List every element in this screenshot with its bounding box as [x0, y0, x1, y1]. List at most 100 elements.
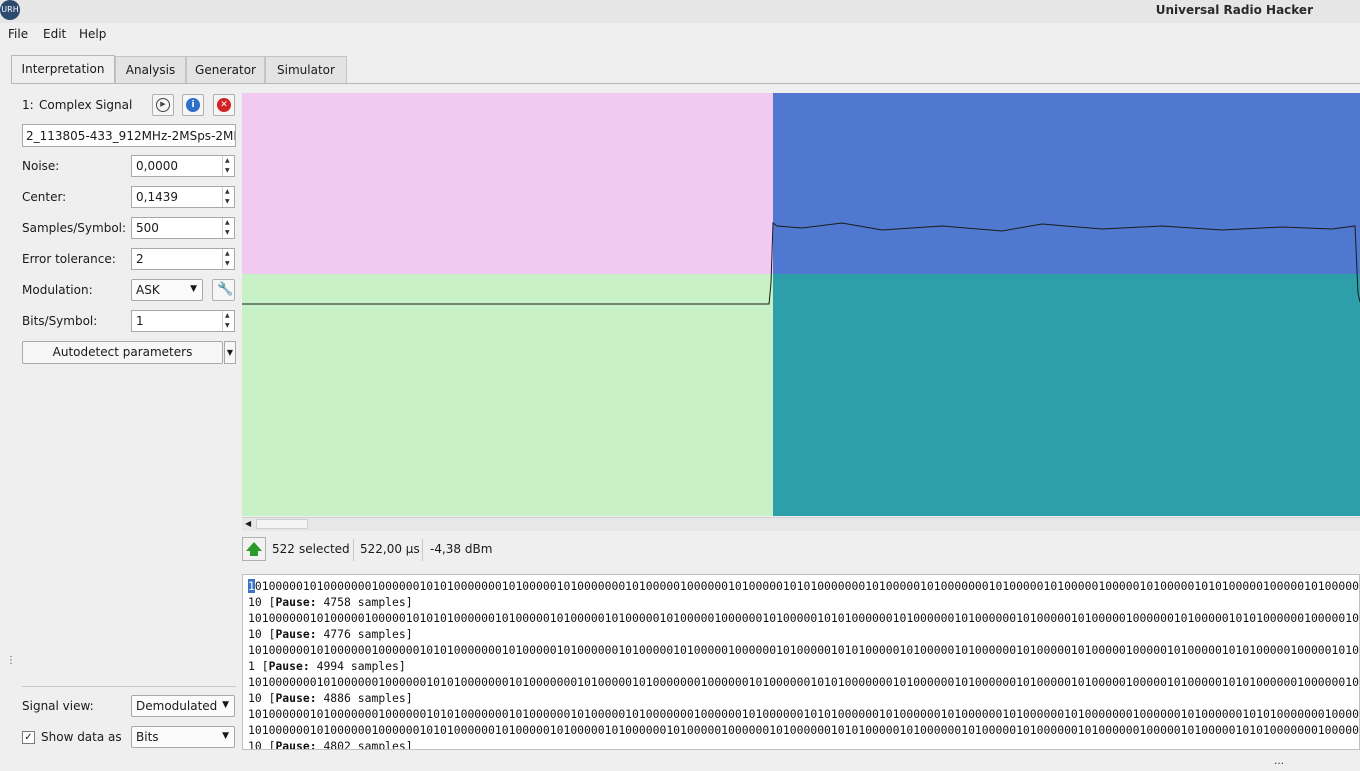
- modulation-select[interactable]: ASK ▼: [131, 279, 203, 301]
- tab-interpretation[interactable]: Interpretation: [11, 55, 115, 84]
- menu-file[interactable]: File: [8, 27, 28, 41]
- chevron-down-icon: ▼: [190, 284, 197, 294]
- chevron-down-icon: ▼: [222, 700, 229, 710]
- pause-line: 10 [Pause: 4886 samples]: [248, 691, 413, 705]
- pause-line: 10 [Pause: 4776 samples]: [248, 627, 413, 641]
- title-bar: URH Universal Radio Hacker: [0, 0, 1360, 23]
- menu-help[interactable]: Help: [79, 27, 106, 41]
- spin-up-icon: ▲: [225, 312, 230, 319]
- wrench-icon: 🔧: [217, 282, 234, 297]
- play-icon: ▶: [156, 98, 170, 112]
- center-spinbox[interactable]: 0,1439 ▲ ▼: [131, 186, 235, 208]
- spin-up-icon: ▲: [225, 188, 230, 195]
- pause-word: Pause:: [275, 627, 317, 641]
- signal-view-canvas[interactable]: [242, 93, 1360, 516]
- signal-name[interactable]: Complex Signal: [39, 98, 132, 112]
- spin-up-icon: ▲: [225, 250, 230, 257]
- spin-arrows[interactable]: ▲ ▼: [222, 311, 234, 331]
- filename-field[interactable]: 2_113805-433_912MHz-2MSps-2MHz: [22, 124, 236, 147]
- splitter-handle-icon[interactable]: ⋮: [6, 655, 16, 666]
- selected-count: 522: [272, 542, 295, 556]
- signal-parameters-panel: 1: Complex Signal ▶ i ✕ 2_113805-433_912…: [11, 84, 241, 764]
- zoom-to-selection-button[interactable]: [242, 537, 266, 561]
- spin-up-icon: ▲: [225, 157, 230, 164]
- pause-samples: 4994 samples]: [309, 659, 406, 673]
- scrollbar-thumb[interactable]: [256, 519, 308, 529]
- menu-edit[interactable]: Edit: [43, 27, 66, 41]
- tab-analysis[interactable]: Analysis: [115, 56, 186, 83]
- bit-line: 1010000001010000001000000101010000001010…: [248, 723, 1360, 737]
- autodetect-menu-arrow-icon[interactable]: ▼: [224, 341, 236, 364]
- spin-arrows[interactable]: ▲ ▼: [222, 187, 234, 207]
- bit-line: 1010000010100000001000000101010000000101…: [248, 579, 1359, 593]
- spin-down-icon: ▼: [225, 198, 230, 205]
- selection-power: -4,38 dBm: [430, 542, 493, 556]
- window-title: Universal Radio Hacker: [1155, 3, 1313, 17]
- spin-arrows[interactable]: ▲ ▼: [222, 249, 234, 269]
- signal-index: 1:: [22, 98, 34, 112]
- bit-output-textarea[interactable]: 1010000010100000001000000101010000000101…: [242, 574, 1360, 750]
- center-value: 0,1439: [136, 190, 178, 204]
- separator: [353, 539, 354, 561]
- pause-samples: 4802 samples]: [316, 739, 413, 750]
- noise-label: Noise:: [22, 159, 60, 173]
- tab-generator[interactable]: Generator: [186, 56, 265, 83]
- bit-line: 1010000001010000001000000101010000000101…: [248, 643, 1360, 657]
- noise-value: 0,0000: [136, 159, 178, 173]
- selection-region-top: [773, 93, 1360, 274]
- tab-simulator[interactable]: Simulator: [265, 56, 347, 83]
- pause-line: 1 [Pause: 4994 samples]: [248, 659, 406, 673]
- spin-down-icon: ▼: [225, 260, 230, 267]
- scroll-left-icon[interactable]: ◀: [245, 519, 251, 528]
- autodetect-parameters-button[interactable]: Autodetect parameters: [22, 341, 223, 364]
- pause-prefix: 1 [: [248, 659, 269, 673]
- spin-arrows[interactable]: ▲ ▼: [222, 218, 234, 238]
- divider: [22, 686, 236, 687]
- pause-prefix: 10 [: [248, 691, 276, 705]
- pause-word: Pause:: [268, 659, 310, 673]
- samples-per-symbol-value: 500: [136, 221, 159, 235]
- pause-samples: 4886 samples]: [316, 691, 413, 705]
- bits-per-symbol-spinbox[interactable]: 1 ▲ ▼: [131, 310, 235, 332]
- noise-spinbox[interactable]: 0,0000 ▲ ▼: [131, 155, 235, 177]
- selection-info-bar: 522 selected 522,00 µs -4,38 dBm: [242, 537, 1360, 562]
- noise-region-top: [242, 93, 773, 274]
- show-data-checkbox[interactable]: ✓: [22, 731, 35, 744]
- replay-button[interactable]: ▶: [152, 94, 174, 116]
- selection-region-bottom: [773, 274, 1360, 516]
- modulation-value: ASK: [136, 283, 160, 297]
- pause-word: Pause:: [275, 691, 317, 705]
- spin-arrows[interactable]: ▲ ▼: [222, 156, 234, 176]
- horizontal-scrollbar[interactable]: ◀: [242, 517, 1360, 531]
- info-button[interactable]: i: [182, 94, 204, 116]
- error-tolerance-value: 2: [136, 252, 144, 266]
- text-cursor: 1: [248, 579, 255, 593]
- resize-grip-icon[interactable]: …: [1274, 756, 1284, 767]
- error-tolerance-spinbox[interactable]: 2 ▲ ▼: [131, 248, 235, 270]
- bit-line: 1010000001010000000100000010101000000010…: [248, 707, 1360, 721]
- modulation-settings-button[interactable]: 🔧: [212, 279, 235, 301]
- pause-samples: 4758 samples]: [316, 595, 413, 609]
- close-signal-button[interactable]: ✕: [213, 94, 235, 116]
- bits-per-symbol-label: Bits/Symbol:: [22, 314, 98, 328]
- show-data-value: Bits: [136, 730, 159, 744]
- show-data-select[interactable]: Bits ▼: [131, 726, 235, 748]
- selected-label: selected: [299, 542, 350, 556]
- signal-view-label: Signal view:: [22, 699, 94, 713]
- show-data-label: Show data as: [41, 730, 122, 744]
- selection-duration: 522,00 µs: [360, 542, 420, 556]
- arrow-up-icon: [246, 542, 262, 556]
- pause-line: 10 [Pause: 4802 samples]: [248, 739, 413, 750]
- separator: [422, 539, 423, 561]
- samples-per-symbol-label: Samples/Symbol:: [22, 221, 127, 235]
- pause-samples: 4776 samples]: [316, 627, 413, 641]
- app-logo-icon: URH: [0, 0, 20, 20]
- spin-up-icon: ▲: [225, 219, 230, 226]
- pause-prefix: 10 [: [248, 739, 276, 750]
- signal-plot[interactable]: [242, 93, 1360, 516]
- pause-prefix: 10 [: [248, 627, 276, 641]
- samples-per-symbol-spinbox[interactable]: 500 ▲ ▼: [131, 217, 235, 239]
- spin-down-icon: ▼: [225, 229, 230, 236]
- signal-view-select[interactable]: Demodulated ▼: [131, 695, 235, 717]
- spin-down-icon: ▼: [225, 322, 230, 329]
